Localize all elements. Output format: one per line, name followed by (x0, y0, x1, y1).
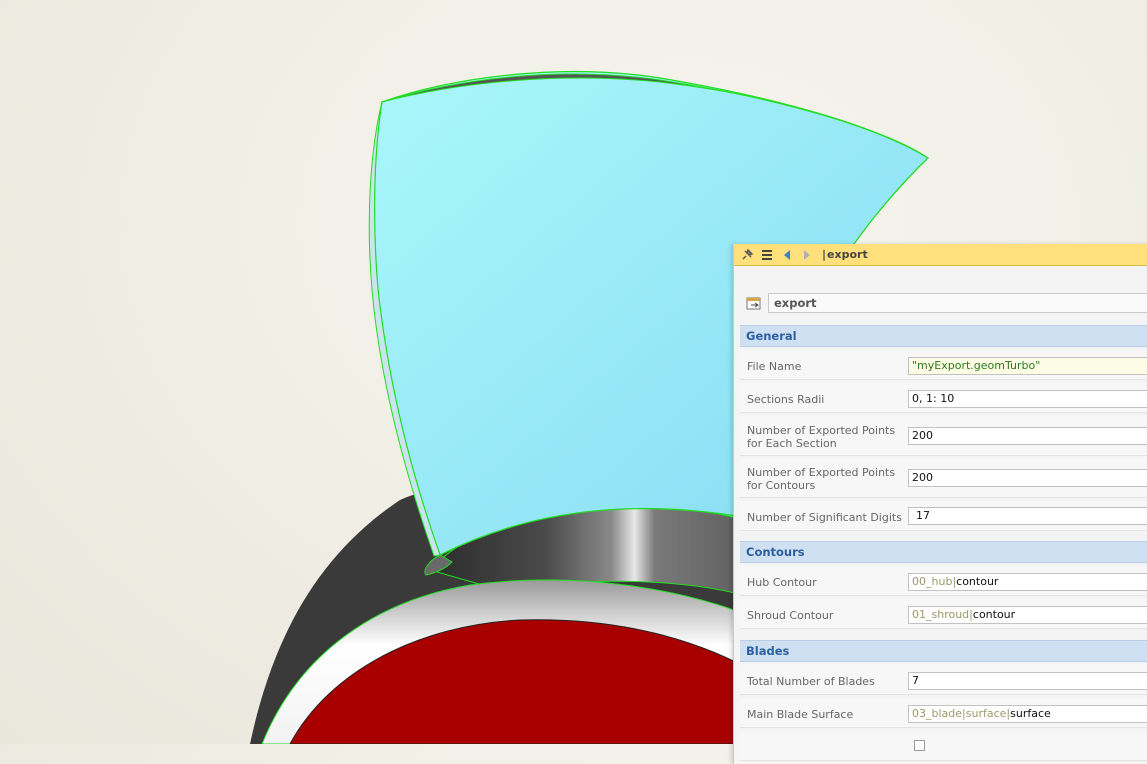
points-contours-label: Number of Exported Points for Contours (747, 466, 896, 492)
total-blades-label: Total Number of Blades (747, 675, 875, 688)
prop-sections-radii: Sections Radii 0, 1: 10 (740, 383, 1147, 413)
points-section-input[interactable]: 200 (908, 427, 1147, 445)
main-blade-surface-label: Main Blade Surface (747, 708, 854, 721)
file-name-input[interactable]: "myExport.geomTurbo" (908, 357, 1147, 375)
panel-title: |export (822, 248, 868, 261)
section-contours[interactable]: Contours (740, 541, 1147, 563)
object-row: export (746, 293, 1147, 313)
prop-file-name: File Name "myExport.geomTurbo" (740, 350, 1147, 380)
sections-radii-label: Sections Radii (747, 393, 825, 406)
hub-contour-input[interactable]: 00_hub|contour (908, 573, 1147, 591)
significant-digits-input[interactable]: 17 (908, 507, 1147, 525)
main-blade-value: surface (1010, 707, 1051, 720)
section-blades[interactable]: Blades (740, 640, 1147, 662)
hub-contour-ref: 00_hub (912, 575, 953, 588)
properties-panel: |export export General File Name "myExpo… (733, 244, 1147, 764)
shroud-contour-input[interactable]: 01_shroud|contour (908, 606, 1147, 624)
total-blades-input[interactable]: 7 (908, 672, 1147, 690)
pin-icon[interactable] (740, 248, 754, 262)
forward-arrow-icon[interactable] (800, 248, 814, 262)
main-blade-surface-input[interactable]: 03_blade|surface|surface (908, 705, 1147, 723)
list-icon[interactable] (760, 248, 774, 262)
panel-titlebar: |export (734, 244, 1147, 266)
section-general[interactable]: General (740, 325, 1147, 347)
back-arrow-icon[interactable] (780, 248, 794, 262)
shroud-contour-ref: 01_shroud (912, 608, 970, 621)
sections-radii-input[interactable]: 0, 1: 10 (908, 390, 1147, 408)
prop-main-blade-surface: Main Blade Surface 03_blade|surface|surf… (740, 698, 1147, 728)
points-section-label: Number of Exported Points for Each Secti… (747, 424, 896, 450)
hub-contour-label: Hub Contour (747, 576, 817, 589)
main-blade-ref2: surface (965, 707, 1007, 720)
object-name-field[interactable]: export (768, 293, 1147, 313)
significant-digits-label: Number of Significant Digits (747, 511, 902, 524)
prop-significant-digits: Number of Significant Digits 17 (740, 501, 1147, 531)
prop-total-blades: Total Number of Blades 7 (740, 665, 1147, 695)
checkbox[interactable] (914, 740, 925, 751)
prop-points-section: Number of Exported Points for Each Secti… (740, 416, 1147, 456)
prop-points-contours: Number of Exported Points for Contours 2… (740, 458, 1147, 498)
export-object-icon (746, 296, 762, 310)
prop-partial-row (740, 731, 1147, 761)
prop-shroud-contour: Shroud Contour 01_shroud|contour (740, 599, 1147, 629)
hub-contour-value: contour (956, 575, 999, 588)
panel-title-text: export (827, 248, 868, 261)
shroud-contour-value: contour (972, 608, 1016, 621)
main-blade-ref1: 03_blade (912, 707, 963, 720)
prop-hub-contour: Hub Contour 00_hub|contour (740, 566, 1147, 596)
file-name-label: File Name (747, 360, 802, 373)
shroud-contour-label: Shroud Contour (747, 609, 834, 622)
points-contours-input[interactable]: 200 (908, 469, 1147, 487)
